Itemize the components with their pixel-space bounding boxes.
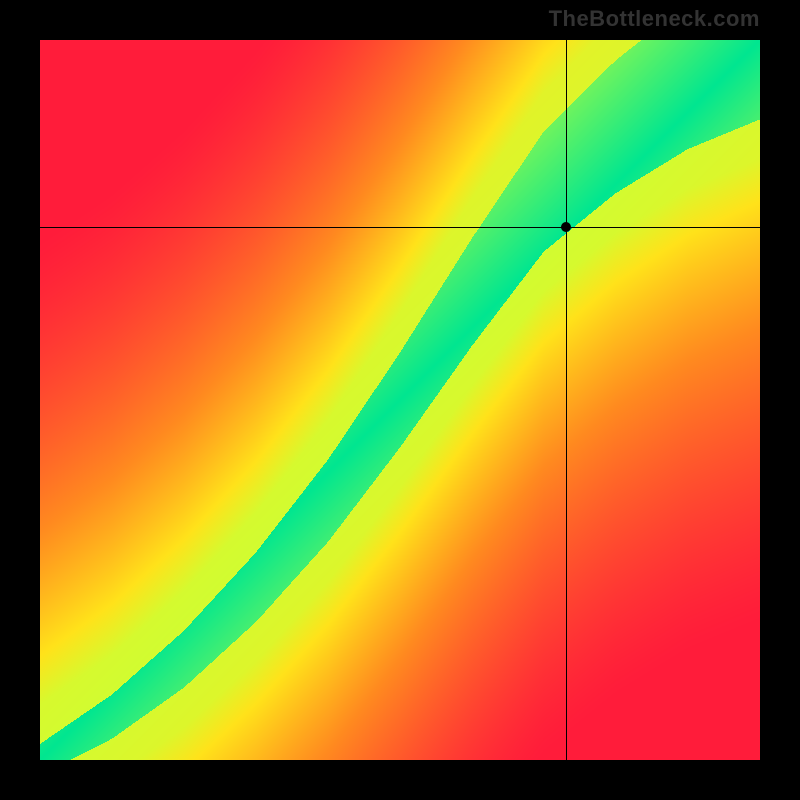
heatmap-canvas [40, 40, 760, 760]
watermark-label: TheBottleneck.com [549, 6, 760, 32]
chart-frame: TheBottleneck.com [0, 0, 800, 800]
heatmap-plot [40, 40, 760, 760]
